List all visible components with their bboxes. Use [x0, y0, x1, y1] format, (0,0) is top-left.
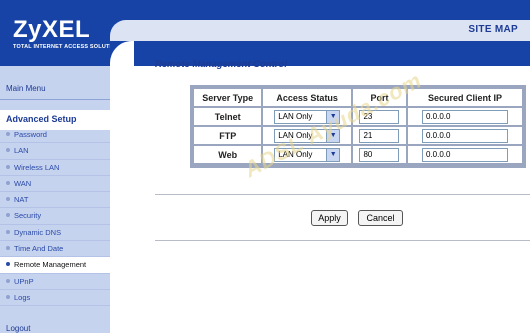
secured-ip-input-telnet[interactable]: 0.0.0.0 [421, 109, 508, 124]
chevron-down-icon[interactable]: ▼ [326, 148, 340, 161]
secured-ip-cell: 0.0.0.0 [407, 127, 522, 144]
sidebar-item-label: Wireless LAN [14, 162, 60, 172]
bullet-icon [6, 229, 10, 234]
sidebar-item-label: UPnP [14, 276, 34, 286]
select-value: LAN Only [278, 111, 313, 121]
divider [155, 194, 530, 195]
sidebar-item-label: Time And Date [14, 244, 64, 254]
column-header: Secured Client IP [407, 89, 522, 106]
sidebar-item-security[interactable]: Security [0, 208, 110, 225]
logo-tagline: TOTAL INTERNET ACCESS SOLUTION [13, 44, 120, 50]
sidebar-item-remote-management[interactable]: Remote Management [0, 257, 110, 274]
divider [155, 240, 530, 241]
site-map-link[interactable]: SITE MAP [468, 24, 518, 35]
sidebar-item-label: Logs [14, 292, 31, 302]
main-menu-link[interactable]: Main Menu [0, 80, 110, 100]
sidebar-item-password[interactable]: Password [0, 127, 110, 144]
secured-ip-input-web[interactable]: 0.0.0.0 [421, 147, 508, 162]
bullet-icon [6, 246, 10, 251]
sidebar-item-label: LAN [14, 146, 29, 156]
secured-ip-cell: 0.0.0.0 [407, 146, 522, 163]
server-type-cell: Telnet [194, 108, 262, 125]
bullet-icon [6, 294, 10, 299]
port-input-ftp[interactable]: 21 [359, 128, 400, 143]
port-cell: 80 [352, 146, 406, 163]
bullet-icon [6, 197, 10, 202]
apply-button[interactable]: Apply [311, 210, 348, 226]
sidebar-item-nat[interactable]: NAT [0, 192, 110, 209]
sidebar-item-wan[interactable]: WAN [0, 176, 110, 193]
zyxel-logo: ZyXEL TOTAL INTERNET ACCESS SOLUTION [13, 16, 120, 51]
bullet-icon [6, 164, 10, 169]
port-input-web[interactable]: 80 [359, 147, 400, 162]
sidebar-item-label: WAN [14, 178, 32, 188]
server-type-cell: FTP [194, 127, 262, 144]
sidebar-item-wireless-lan[interactable]: Wireless LAN [0, 160, 110, 176]
sidebar-item-label: Dynamic DNS [14, 227, 62, 237]
page-title: Remote Management Control [155, 59, 287, 70]
table-row: FTP LAN Only ▼ 21 0.0.0.0 [194, 127, 522, 144]
bullet-icon [6, 148, 10, 153]
logo-text: ZyXEL [13, 16, 91, 43]
bullet-icon [6, 180, 10, 185]
advanced-setup-menu: Password LAN Wireless LAN WAN NAT Securi… [0, 127, 110, 307]
sidebar-item-lan[interactable]: LAN [0, 143, 110, 160]
column-header: Access Status [263, 89, 351, 106]
bullet-icon [6, 213, 10, 218]
secured-ip-cell: 0.0.0.0 [407, 108, 522, 125]
sidebar-item-logs[interactable]: Logs [0, 290, 110, 307]
bullet-icon [6, 278, 10, 283]
secured-ip-input-ftp[interactable]: 0.0.0.0 [421, 128, 508, 143]
bullet-icon [6, 262, 10, 267]
sidebar-item-label: Password [14, 130, 47, 139]
sidebar-item-dynamic-dns[interactable]: Dynamic DNS [0, 225, 110, 242]
site-map-bar: SITE MAP [110, 20, 530, 41]
cancel-button[interactable]: Cancel [358, 210, 403, 226]
sidebar-item-label: Remote Management [14, 260, 87, 270]
column-header: Server Type [194, 89, 262, 106]
bullet-icon [6, 132, 10, 136]
logout-link[interactable]: Logout [6, 324, 30, 333]
sidebar-item-time-and-date[interactable]: Time And Date [0, 241, 110, 258]
sidebar-item-label: Security [14, 211, 42, 221]
port-cell: 21 [352, 127, 406, 144]
sidebar-item-label: NAT [14, 195, 29, 205]
sidebar-item-upnp[interactable]: UPnP [0, 274, 110, 290]
sidebar: Main Menu Advanced Setup Password LAN Wi… [0, 66, 110, 333]
